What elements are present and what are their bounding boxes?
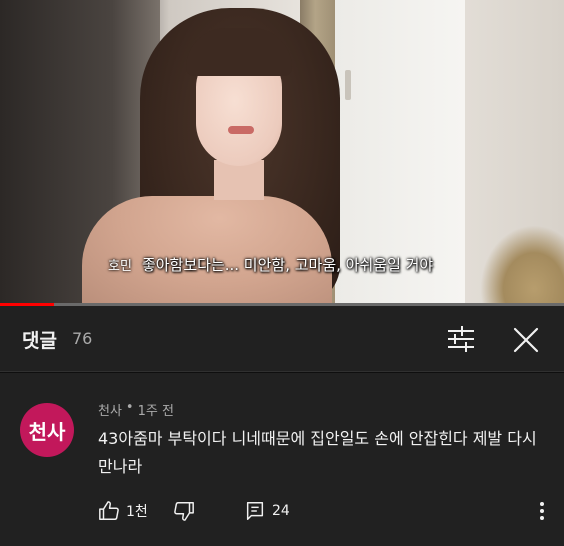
comments-title: 댓글 <box>22 330 57 352</box>
like-button[interactable]: 1천 <box>98 499 148 523</box>
close-icon <box>513 327 539 353</box>
more-vertical-icon <box>540 502 544 520</box>
sliders-icon <box>448 326 474 352</box>
comment-thread: 천사 천사 • 1주 전 43아줌마 부탁이다 니네때문에 집안일도 손에 안잡… <box>0 373 564 546</box>
subtitle-speaker: 호민 <box>108 258 132 274</box>
subtitle-text: 좋아함보다는... 미안함, 고마움, 아쉬움일 거야 <box>141 255 434 274</box>
comment-text: 43아줌마 부탁이다 니네때문에 집안일도 손에 안잡힌다 제발 다시 만나라 <box>98 429 537 476</box>
video-person-lips <box>228 126 254 134</box>
reply-count: 24 <box>272 503 290 519</box>
video-person-bangs <box>186 28 292 76</box>
replies-button[interactable]: 24 <box>244 499 290 523</box>
meta-separator: • <box>125 400 134 415</box>
close-comments-button[interactable] <box>510 324 542 356</box>
thumbs-up-icon <box>99 501 119 520</box>
comment-author[interactable]: 천사 <box>98 400 122 419</box>
video-door-handle <box>345 70 351 100</box>
video-person-shirt <box>82 196 332 305</box>
comments-header: 댓글 76 <box>0 306 564 372</box>
video-dried-plant <box>480 225 564 305</box>
sort-comments-button[interactable] <box>446 326 476 352</box>
reply-icon <box>246 502 264 520</box>
comment-time[interactable]: 1주 전 <box>138 400 174 419</box>
comment-meta: 천사 • 1주 전 <box>98 400 174 419</box>
dislike-button[interactable] <box>173 499 195 523</box>
comment-actions: 1천 24 <box>98 499 558 523</box>
video-subtitle: 호민 좋아함보다는... 미안함, 고마움, 아쉬움일 거야 <box>108 252 468 276</box>
avatar[interactable]: 천사 <box>20 403 74 457</box>
comments-count: 76 <box>72 329 93 348</box>
thumbs-down-icon <box>174 502 194 521</box>
video-player[interactable]: 호민 좋아함보다는... 미안함, 고마움, 아쉬움일 거야 <box>0 0 564 305</box>
comment-more-button[interactable] <box>532 499 552 523</box>
like-count: 1천 <box>126 504 148 520</box>
avatar-text: 천사 <box>28 419 66 444</box>
video-person-neck <box>214 160 264 200</box>
